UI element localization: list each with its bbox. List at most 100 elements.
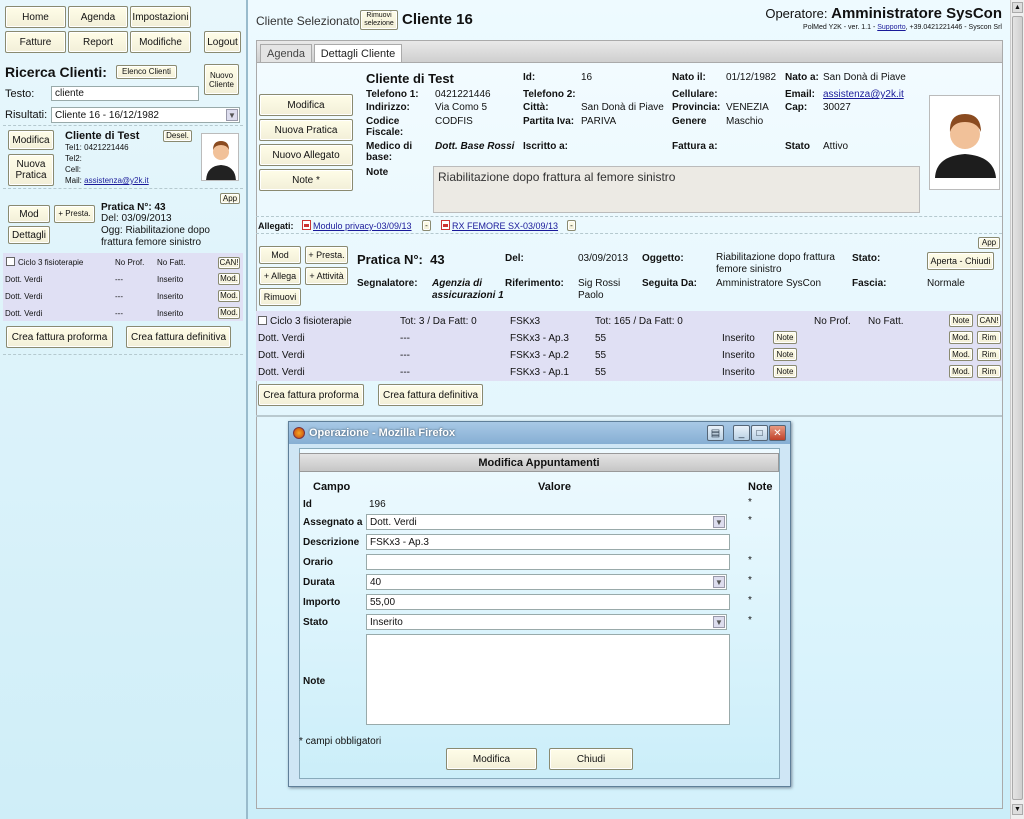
ciclo-row2-name: Dott. Verdi <box>258 350 305 361</box>
modifiche-button[interactable]: Modifiche <box>130 31 191 53</box>
logout-button[interactable]: Logout <box>204 31 241 53</box>
left-avatar <box>201 133 239 181</box>
email-link[interactable]: assistenza@y2k.it <box>823 89 904 100</box>
left-row1-mod-button[interactable]: Mod. <box>218 273 240 285</box>
left-ciclo-checkbox[interactable] <box>6 257 15 266</box>
medico-value: Dott. Base Rossi <box>435 141 515 152</box>
cap-value: 30027 <box>823 102 851 113</box>
col-valore: Valore <box>538 481 572 493</box>
chevron-down-icon: ▼ <box>713 576 725 588</box>
ciclo-row3-mod-button[interactable]: Mod. <box>949 365 973 378</box>
maximize-icon[interactable]: □ <box>751 425 768 441</box>
modifica-button[interactable]: Modifica <box>259 94 353 116</box>
ciclo-row1-rim-button[interactable]: Rim <box>977 331 1001 344</box>
allegato-1[interactable]: Modulo privacy-03/09/13 <box>302 220 412 231</box>
ciclo-row1-mod-button[interactable]: Mod. <box>949 331 973 344</box>
home-button[interactable]: Home <box>5 6 66 28</box>
nuova-pratica-button[interactable]: Nuova Pratica <box>259 119 353 141</box>
allegato-2[interactable]: RX FEMORE SX-03/09/13 <box>441 220 558 231</box>
ciclo-note-button[interactable]: Note <box>949 314 973 327</box>
nuovo-allegato-button[interactable]: Nuovo Allegato <box>259 144 353 166</box>
ciclo-row2-mod-button[interactable]: Mod. <box>949 348 973 361</box>
pratica-allega-button[interactable]: + Allega <box>259 267 301 285</box>
left-can-button[interactable]: CAN! <box>218 257 240 269</box>
fascia-value: Normale <box>927 278 965 289</box>
left-app-button[interactable]: App <box>220 193 240 204</box>
minimize-icon[interactable]: _ <box>733 425 750 441</box>
descrizione-input[interactable]: FSKx3 - Ap.3 <box>366 534 730 550</box>
left-mail-link[interactable]: assistenza@y2k.it <box>84 176 149 185</box>
riferimento-label: Riferimento: <box>505 278 564 289</box>
left-presta-button[interactable]: + Presta. <box>54 205 95 223</box>
scrollbar[interactable]: ▲ ▼ <box>1010 0 1024 819</box>
nuovo-cliente-button[interactable]: Nuovo Cliente <box>204 64 239 95</box>
supporto-link[interactable]: Supporto <box>877 24 905 31</box>
definitiva-button[interactable]: Crea fattura definitiva <box>378 384 483 406</box>
page-icon[interactable]: ▤ <box>707 425 724 441</box>
rimuovi-selezione-button[interactable]: Rimuovi selezione <box>360 10 398 30</box>
ciclo-row1-dash: --- <box>400 333 410 344</box>
dialog-modifica-button[interactable]: Modifica <box>446 748 537 770</box>
note-textarea[interactable]: Riabilitazione dopo frattura al femore s… <box>433 166 920 213</box>
left-mod-button[interactable]: Mod <box>8 205 50 223</box>
ciclo-row2-stato: Inserito <box>722 350 755 361</box>
ciclo-row2-dash: --- <box>400 350 410 361</box>
left-row2-mod-button[interactable]: Mod. <box>218 290 240 302</box>
ciclo-row2-rim-button[interactable]: Rim <box>977 348 1001 361</box>
agenda-button[interactable]: Agenda <box>68 6 128 28</box>
ciclo-can-button[interactable]: CAN! <box>977 314 1001 327</box>
tab-dettagli-cliente[interactable]: Dettagli Cliente <box>314 44 402 63</box>
ciclo-row3-rim-button[interactable]: Rim <box>977 365 1001 378</box>
allegato-1-remove[interactable]: - <box>422 220 431 231</box>
left-dettagli-button[interactable]: Dettagli <box>8 226 50 244</box>
left-definitiva-button[interactable]: Crea fattura definitiva <box>126 326 231 348</box>
note-field-label: Note <box>303 676 326 687</box>
scroll-down-icon[interactable]: ▼ <box>1012 804 1023 815</box>
pratica-presta-button[interactable]: + Presta. <box>305 246 348 264</box>
note-button[interactable]: Note * <box>259 169 353 191</box>
tel2-label: Telefono 2: <box>523 89 576 100</box>
footnote: * campi obbligatori <box>299 736 382 747</box>
pratica-attivita-button[interactable]: + Attività <box>305 267 348 285</box>
scroll-thumb[interactable] <box>1012 16 1023 800</box>
impostazioni-button[interactable]: Impostazioni <box>130 6 191 28</box>
close-icon[interactable]: ✕ <box>769 425 786 441</box>
left-row1-dash: --- <box>115 275 123 284</box>
proforma-button[interactable]: Crea fattura proforma <box>258 384 364 406</box>
durata-select[interactable]: 40 ▼ <box>366 574 727 590</box>
pratica-app-button[interactable]: App <box>978 237 1000 249</box>
note-field-textarea[interactable] <box>366 634 730 725</box>
ciclo-row3-note-button[interactable]: Note <box>773 365 797 378</box>
fatture-button[interactable]: Fatture <box>5 31 66 53</box>
left-row3-mod-button[interactable]: Mod. <box>218 307 240 319</box>
left-modifica-button[interactable]: Modifica <box>8 130 54 150</box>
ciclo-row1-note-button[interactable]: Note <box>773 331 797 344</box>
allegato-2-remove[interactable]: - <box>567 220 576 231</box>
elenco-clienti-button[interactable]: Elenco Clienti <box>116 65 177 79</box>
tab-agenda[interactable]: Agenda <box>260 44 312 63</box>
scroll-up-icon[interactable]: ▲ <box>1012 2 1023 13</box>
col-campo: Campo <box>313 481 351 493</box>
search-input[interactable]: cliente <box>51 86 199 101</box>
risultati-select[interactable]: Cliente 16 - 16/12/1982 ▼ <box>51 107 240 123</box>
ciclo-row2-note-button[interactable]: Note <box>773 348 797 361</box>
pratica-mod-button[interactable]: Mod <box>259 246 301 264</box>
dialog-chiudi-button[interactable]: Chiudi <box>549 748 633 770</box>
left-nuova-pratica-button[interactable]: Nuova Pratica <box>8 154 54 186</box>
left-row3-name: Dott. Verdi <box>5 309 43 318</box>
col-note: Note <box>748 481 773 493</box>
report-button[interactable]: Report <box>68 31 128 53</box>
assegnato-select[interactable]: Dott. Verdi ▼ <box>366 514 727 530</box>
id-label: Id: <box>523 72 536 83</box>
importo-input[interactable]: 55,00 <box>366 594 730 610</box>
orario-label: Orario <box>303 557 334 568</box>
ciclo-checkbox[interactable] <box>258 316 267 325</box>
stato-select[interactable]: Inserito ▼ <box>366 614 727 630</box>
deselect-button[interactable]: Desel. <box>163 130 192 142</box>
left-proforma-button[interactable]: Crea fattura proforma <box>6 326 113 348</box>
ciclo-row3-imp: 55 <box>595 367 607 378</box>
orario-input[interactable] <box>366 554 730 570</box>
aperta-chiudi-button[interactable]: Aperta - Chiudi <box>927 252 994 270</box>
pratica-rimuovi-button[interactable]: Rimuovi <box>259 288 301 306</box>
provincia-value: VENEZIA <box>726 102 769 113</box>
